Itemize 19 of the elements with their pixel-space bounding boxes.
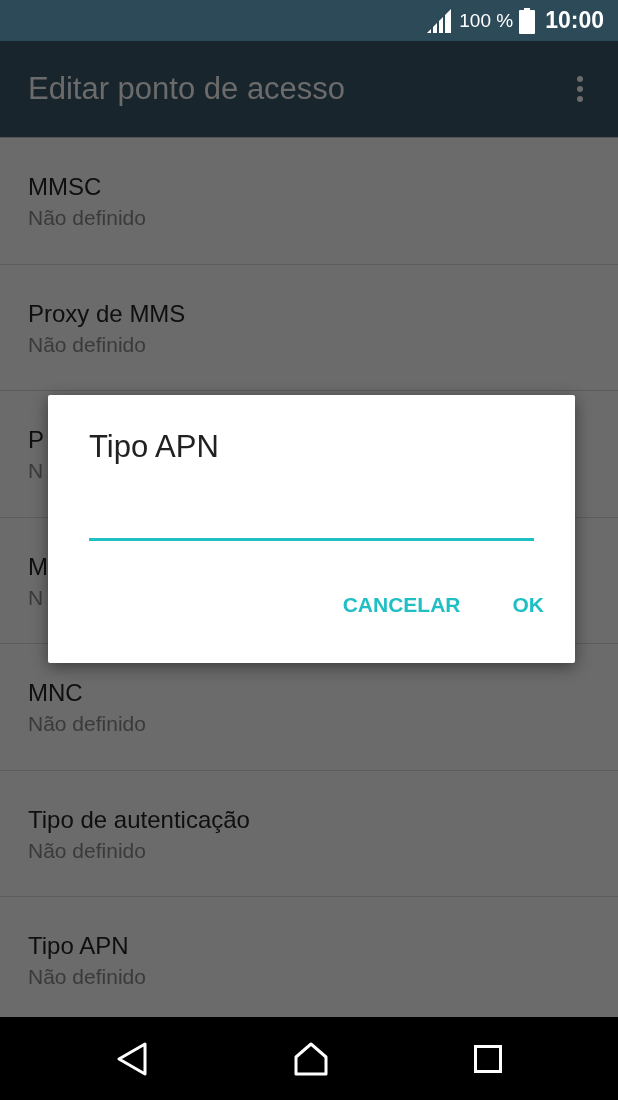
dialog-title: Tipo APN (89, 429, 220, 465)
battery-percent: 100 % (459, 9, 514, 32)
back-icon[interactable] (116, 1041, 149, 1076)
screen-title: Editar ponto de acesso (28, 71, 346, 107)
signal-icon (427, 8, 454, 33)
more-options-icon[interactable] (576, 76, 584, 102)
home-icon[interactable] (293, 1041, 329, 1076)
dialog-button[interactable]: OK (496, 585, 560, 625)
setting-label: P (28, 425, 44, 455)
setting-label: M (28, 551, 48, 582)
dialog-button[interactable]: CANCELAR (326, 585, 477, 625)
setting-label: MNC (28, 678, 83, 708)
setting-label: MMSC (28, 172, 102, 202)
battery-icon (519, 7, 536, 34)
setting-label: Tipo de autenticação (28, 804, 250, 835)
setting-label: Proxy de MMS (28, 298, 186, 329)
recent-apps-icon[interactable] (473, 1044, 502, 1073)
setting-label: Tipo APN (28, 931, 129, 961)
clock: 10:00 (545, 7, 604, 34)
